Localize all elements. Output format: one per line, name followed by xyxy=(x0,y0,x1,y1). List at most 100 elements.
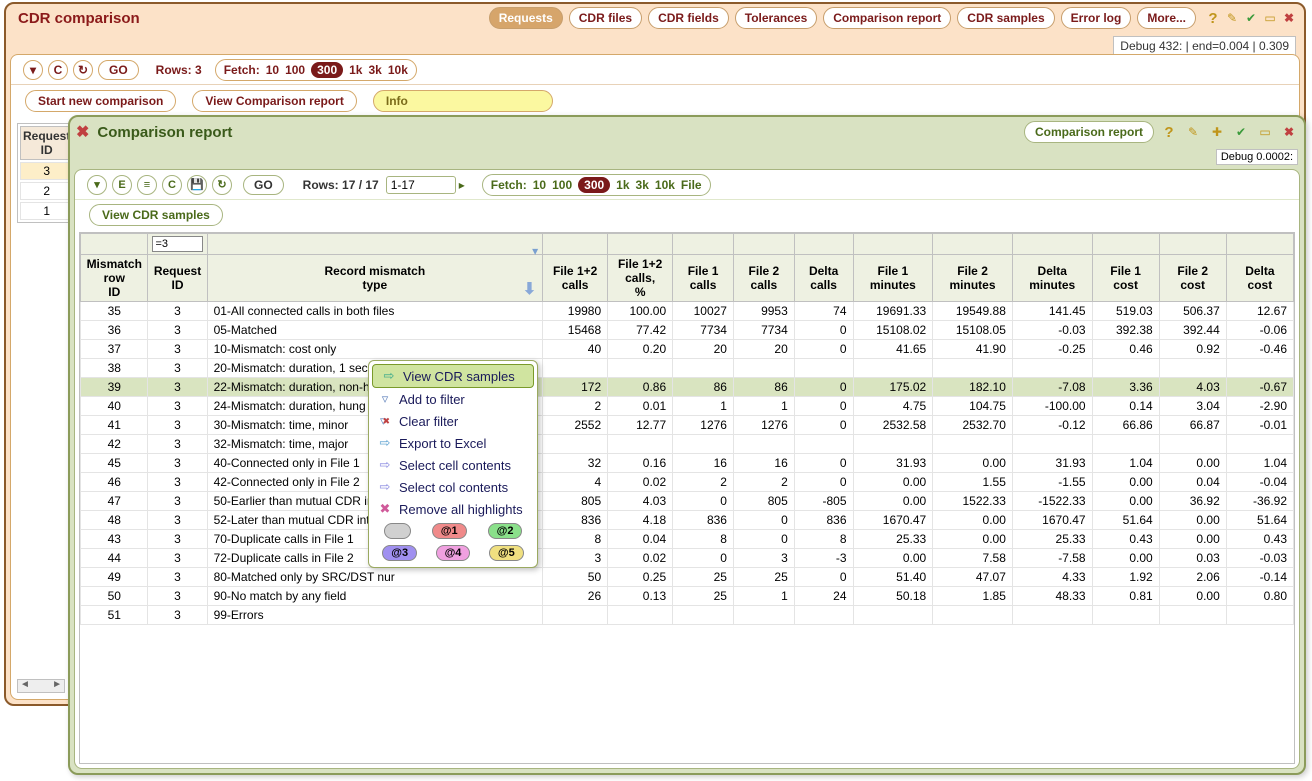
table-cell[interactable] xyxy=(1012,435,1092,454)
table-cell[interactable] xyxy=(853,359,933,378)
column-header[interactable]: Deltacost xyxy=(1226,255,1293,302)
table-cell[interactable]: 1.92 xyxy=(1092,568,1159,587)
table-cell[interactable]: 1276 xyxy=(673,416,734,435)
table-cell[interactable]: 0.02 xyxy=(608,473,673,492)
table-cell[interactable]: 0.00 xyxy=(933,454,1013,473)
context-menu-item[interactable]: ⇨Select cell contents xyxy=(369,454,537,476)
check-icon[interactable]: ✔ xyxy=(1242,9,1260,27)
table-cell[interactable]: -0.67 xyxy=(1226,378,1293,397)
table-cell[interactable]: 172 xyxy=(543,378,608,397)
table-cell[interactable]: 66.86 xyxy=(1092,416,1159,435)
table-cell[interactable] xyxy=(543,606,608,625)
filter-cell[interactable] xyxy=(733,234,794,255)
table-cell[interactable]: 36 xyxy=(81,321,148,340)
sub-fetch-1k[interactable]: 1k xyxy=(616,178,629,192)
table-cell[interactable]: 16 xyxy=(673,454,734,473)
table-cell[interactable]: -0.25 xyxy=(1012,340,1092,359)
table-cell[interactable]: -100.00 xyxy=(1012,397,1092,416)
table-row[interactable]: 38320-Mismatch: duration, 1 second xyxy=(81,359,1294,378)
table-cell[interactable] xyxy=(1092,359,1159,378)
table-cell[interactable]: 0.00 xyxy=(933,511,1013,530)
table-cell[interactable] xyxy=(543,435,608,454)
table-cell[interactable]: 104.75 xyxy=(933,397,1013,416)
table-cell[interactable]: 0 xyxy=(794,416,853,435)
context-menu-item[interactable]: ⇨View CDR samples xyxy=(372,364,534,388)
column-header[interactable]: File 1+2calls xyxy=(543,255,608,302)
sub-tab-comparison-report[interactable]: Comparison report xyxy=(1024,121,1154,143)
table-cell[interactable]: 0.00 xyxy=(1092,473,1159,492)
table-cell[interactable]: 3 xyxy=(148,359,207,378)
table-cell[interactable] xyxy=(1159,359,1226,378)
tab-more[interactable]: More... xyxy=(1137,7,1196,29)
highlight-chip[interactable]: @5 xyxy=(489,545,524,561)
table-row[interactable]: 39322-Mismatch: duration, non-hung1720.8… xyxy=(81,378,1294,397)
table-cell[interactable]: -0.01 xyxy=(1226,416,1293,435)
table-cell[interactable]: 20 xyxy=(673,340,734,359)
table-cell[interactable]: 50 xyxy=(81,587,148,606)
table-cell[interactable]: 20 xyxy=(733,340,794,359)
table-cell[interactable]: 47 xyxy=(81,492,148,511)
table-cell[interactable] xyxy=(543,359,608,378)
table-cell[interactable]: 0.43 xyxy=(1226,530,1293,549)
filter-cell[interactable]: ▾ xyxy=(207,234,543,255)
table-cell[interactable]: 50 xyxy=(543,568,608,587)
table-cell[interactable]: -0.46 xyxy=(1226,340,1293,359)
table-cell[interactable]: 3 xyxy=(148,530,207,549)
table-cell[interactable] xyxy=(1012,359,1092,378)
table-cell[interactable]: 41.65 xyxy=(853,340,933,359)
table-cell[interactable]: 0.25 xyxy=(608,568,673,587)
fetch-1k[interactable]: 1k xyxy=(349,63,362,77)
table-cell[interactable]: 0 xyxy=(673,549,734,568)
table-cell[interactable]: 4.18 xyxy=(608,511,673,530)
table-cell[interactable]: 3 xyxy=(148,397,207,416)
filter-cell[interactable] xyxy=(794,234,853,255)
left-grid-header[interactable]: Request ID xyxy=(20,126,73,160)
table-cell[interactable]: -0.03 xyxy=(1012,321,1092,340)
table-cell[interactable]: 25 xyxy=(733,568,794,587)
sub-close-icon[interactable]: ✖ xyxy=(1280,123,1298,141)
sub-fetch-10[interactable]: 10 xyxy=(533,178,546,192)
refresh-icon[interactable]: ↻ xyxy=(73,60,93,80)
sub-refresh-icon[interactable]: ↻ xyxy=(212,175,232,195)
table-cell[interactable]: 15108.02 xyxy=(853,321,933,340)
table-cell[interactable]: 0.00 xyxy=(853,473,933,492)
table-cell[interactable]: -7.58 xyxy=(1012,549,1092,568)
table-cell[interactable]: 36.92 xyxy=(1159,492,1226,511)
table-cell[interactable]: 43 xyxy=(81,530,148,549)
highlight-chip[interactable]: @4 xyxy=(436,545,471,561)
table-cell[interactable]: 0.00 xyxy=(933,530,1013,549)
table-cell[interactable]: 7734 xyxy=(673,321,734,340)
table-cell[interactable] xyxy=(608,359,673,378)
filter-cell[interactable] xyxy=(608,234,673,255)
table-row[interactable]: 37310-Mismatch: cost only400.202020041.6… xyxy=(81,340,1294,359)
table-cell[interactable]: 0 xyxy=(794,454,853,473)
table-cell[interactable] xyxy=(933,435,1013,454)
table-cell[interactable]: 31.93 xyxy=(1012,454,1092,473)
tab-comparison-report[interactable]: Comparison report xyxy=(823,7,951,29)
table-cell[interactable]: 0 xyxy=(673,492,734,511)
table-cell[interactable]: 4 xyxy=(543,473,608,492)
column-header[interactable]: File 1+2 calls,% xyxy=(608,255,673,302)
table-cell[interactable]: 25 xyxy=(673,568,734,587)
filter-cell[interactable] xyxy=(1226,234,1293,255)
table-row[interactable]: 42332-Mismatch: time, major xyxy=(81,435,1294,454)
table-row[interactable]: 44372-Duplicate calls in File 230.0203-3… xyxy=(81,549,1294,568)
table-cell[interactable]: 3.04 xyxy=(1159,397,1226,416)
filter-cell[interactable] xyxy=(81,234,148,255)
table-cell[interactable] xyxy=(1159,435,1226,454)
table-cell[interactable]: 1 xyxy=(733,397,794,416)
table-cell[interactable]: 0.00 xyxy=(1159,511,1226,530)
context-menu-item[interactable]: ✖Remove all highlights xyxy=(369,498,537,520)
column-header[interactable]: File 1calls xyxy=(673,255,734,302)
table-cell[interactable]: 86 xyxy=(733,378,794,397)
highlight-chip[interactable]: @3 xyxy=(382,545,417,561)
table-cell[interactable]: 37 xyxy=(81,340,148,359)
filter-cell[interactable] xyxy=(543,234,608,255)
table-cell[interactable]: 2532.58 xyxy=(853,416,933,435)
table-cell[interactable]: 2.06 xyxy=(1159,568,1226,587)
table-cell[interactable]: 0.00 xyxy=(853,549,933,568)
table-cell[interactable]: 42 xyxy=(81,435,148,454)
table-cell[interactable]: 19549.88 xyxy=(933,302,1013,321)
fetch-3k[interactable]: 3k xyxy=(368,63,381,77)
table-cell[interactable]: 49 xyxy=(81,568,148,587)
